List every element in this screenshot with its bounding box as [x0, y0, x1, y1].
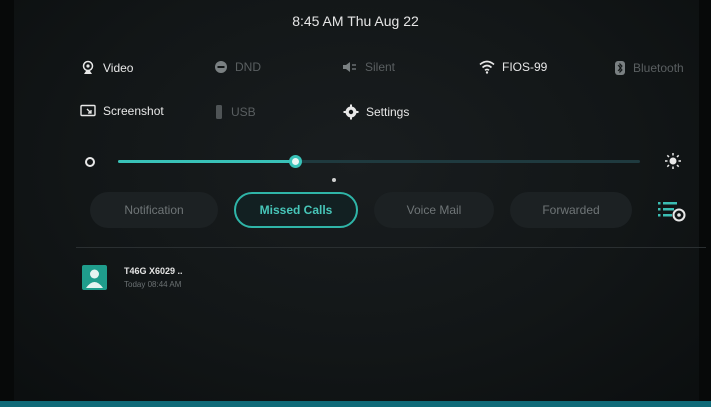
- speaker-icon: [342, 60, 358, 74]
- tab-forwarded[interactable]: Forwarded: [510, 192, 632, 228]
- qs-usb-label: USB: [231, 105, 256, 119]
- list-divider: [76, 247, 706, 248]
- missed-call-time: Today 08:44 AM: [124, 280, 182, 289]
- tab-voice-mail-label: Voice Mail: [406, 203, 462, 217]
- brightness-high-icon: [664, 152, 682, 175]
- bottom-accent-bar: [0, 401, 711, 407]
- notification-shade: 8:45 AM Thu Aug 22 Video DND Silent FIOS…: [0, 0, 711, 407]
- status-datetime: 8:45 AM Thu Aug 22: [292, 13, 419, 29]
- qs-bluetooth-toggle[interactable]: Bluetooth: [614, 60, 684, 76]
- tab-missed-calls[interactable]: Missed Calls: [234, 192, 358, 228]
- gear-icon: [343, 104, 359, 120]
- qs-screenshot-label: Screenshot: [103, 104, 164, 118]
- tab-forwarded-label: Forwarded: [542, 203, 600, 217]
- qs-dnd-toggle[interactable]: DND: [214, 60, 261, 74]
- qs-settings-label: Settings: [366, 105, 410, 119]
- page-indicator-dot: [332, 178, 336, 182]
- brightness-slider-fill: [118, 160, 296, 163]
- qs-wifi-toggle[interactable]: FIOS-99: [479, 60, 547, 74]
- brightness-slider-thumb[interactable]: [289, 155, 303, 168]
- video-camera-icon: [80, 60, 96, 76]
- tab-bar: Notification Missed Calls Voice Mail For…: [90, 192, 650, 228]
- brightness-slider[interactable]: [118, 155, 640, 168]
- qs-silent-label: Silent: [365, 60, 396, 74]
- bluetooth-icon: [614, 60, 626, 76]
- quick-settings-row-2: Screenshot USB Settings: [0, 104, 711, 126]
- brightness-low-icon: [84, 155, 96, 173]
- screenshot-icon: [80, 104, 96, 118]
- qs-screenshot-button[interactable]: Screenshot: [80, 104, 164, 118]
- missed-call-name: T46G X6029 ..: [124, 266, 183, 276]
- qs-video-toggle[interactable]: Video: [80, 60, 133, 76]
- brightness-control: [84, 152, 694, 172]
- tab-voice-mail[interactable]: Voice Mail: [374, 192, 494, 228]
- clear-list-icon[interactable]: [658, 199, 686, 223]
- qs-dnd-label: DND: [235, 60, 261, 74]
- quick-settings-row-1: Video DND Silent FIOS-99 Bluetooth: [0, 60, 711, 82]
- qs-wifi-label: FIOS-99: [502, 60, 548, 74]
- qs-silent-toggle[interactable]: Silent: [342, 60, 395, 74]
- qs-bluetooth-label: Bluetooth: [633, 61, 684, 75]
- qs-settings-button[interactable]: Settings: [343, 104, 409, 120]
- qs-video-label: Video: [103, 61, 134, 75]
- tab-notification[interactable]: Notification: [90, 192, 218, 228]
- missed-call-item[interactable]: T46G X6029 .. Today 08:44 AM: [82, 262, 302, 296]
- wifi-icon: [479, 60, 495, 74]
- tab-notification-label: Notification: [124, 203, 184, 217]
- tab-missed-calls-label: Missed Calls: [259, 203, 333, 217]
- usb-icon: [214, 104, 224, 120]
- qs-usb-toggle[interactable]: USB: [214, 104, 256, 120]
- dnd-icon: [214, 60, 228, 74]
- contact-avatar-icon: [82, 265, 107, 290]
